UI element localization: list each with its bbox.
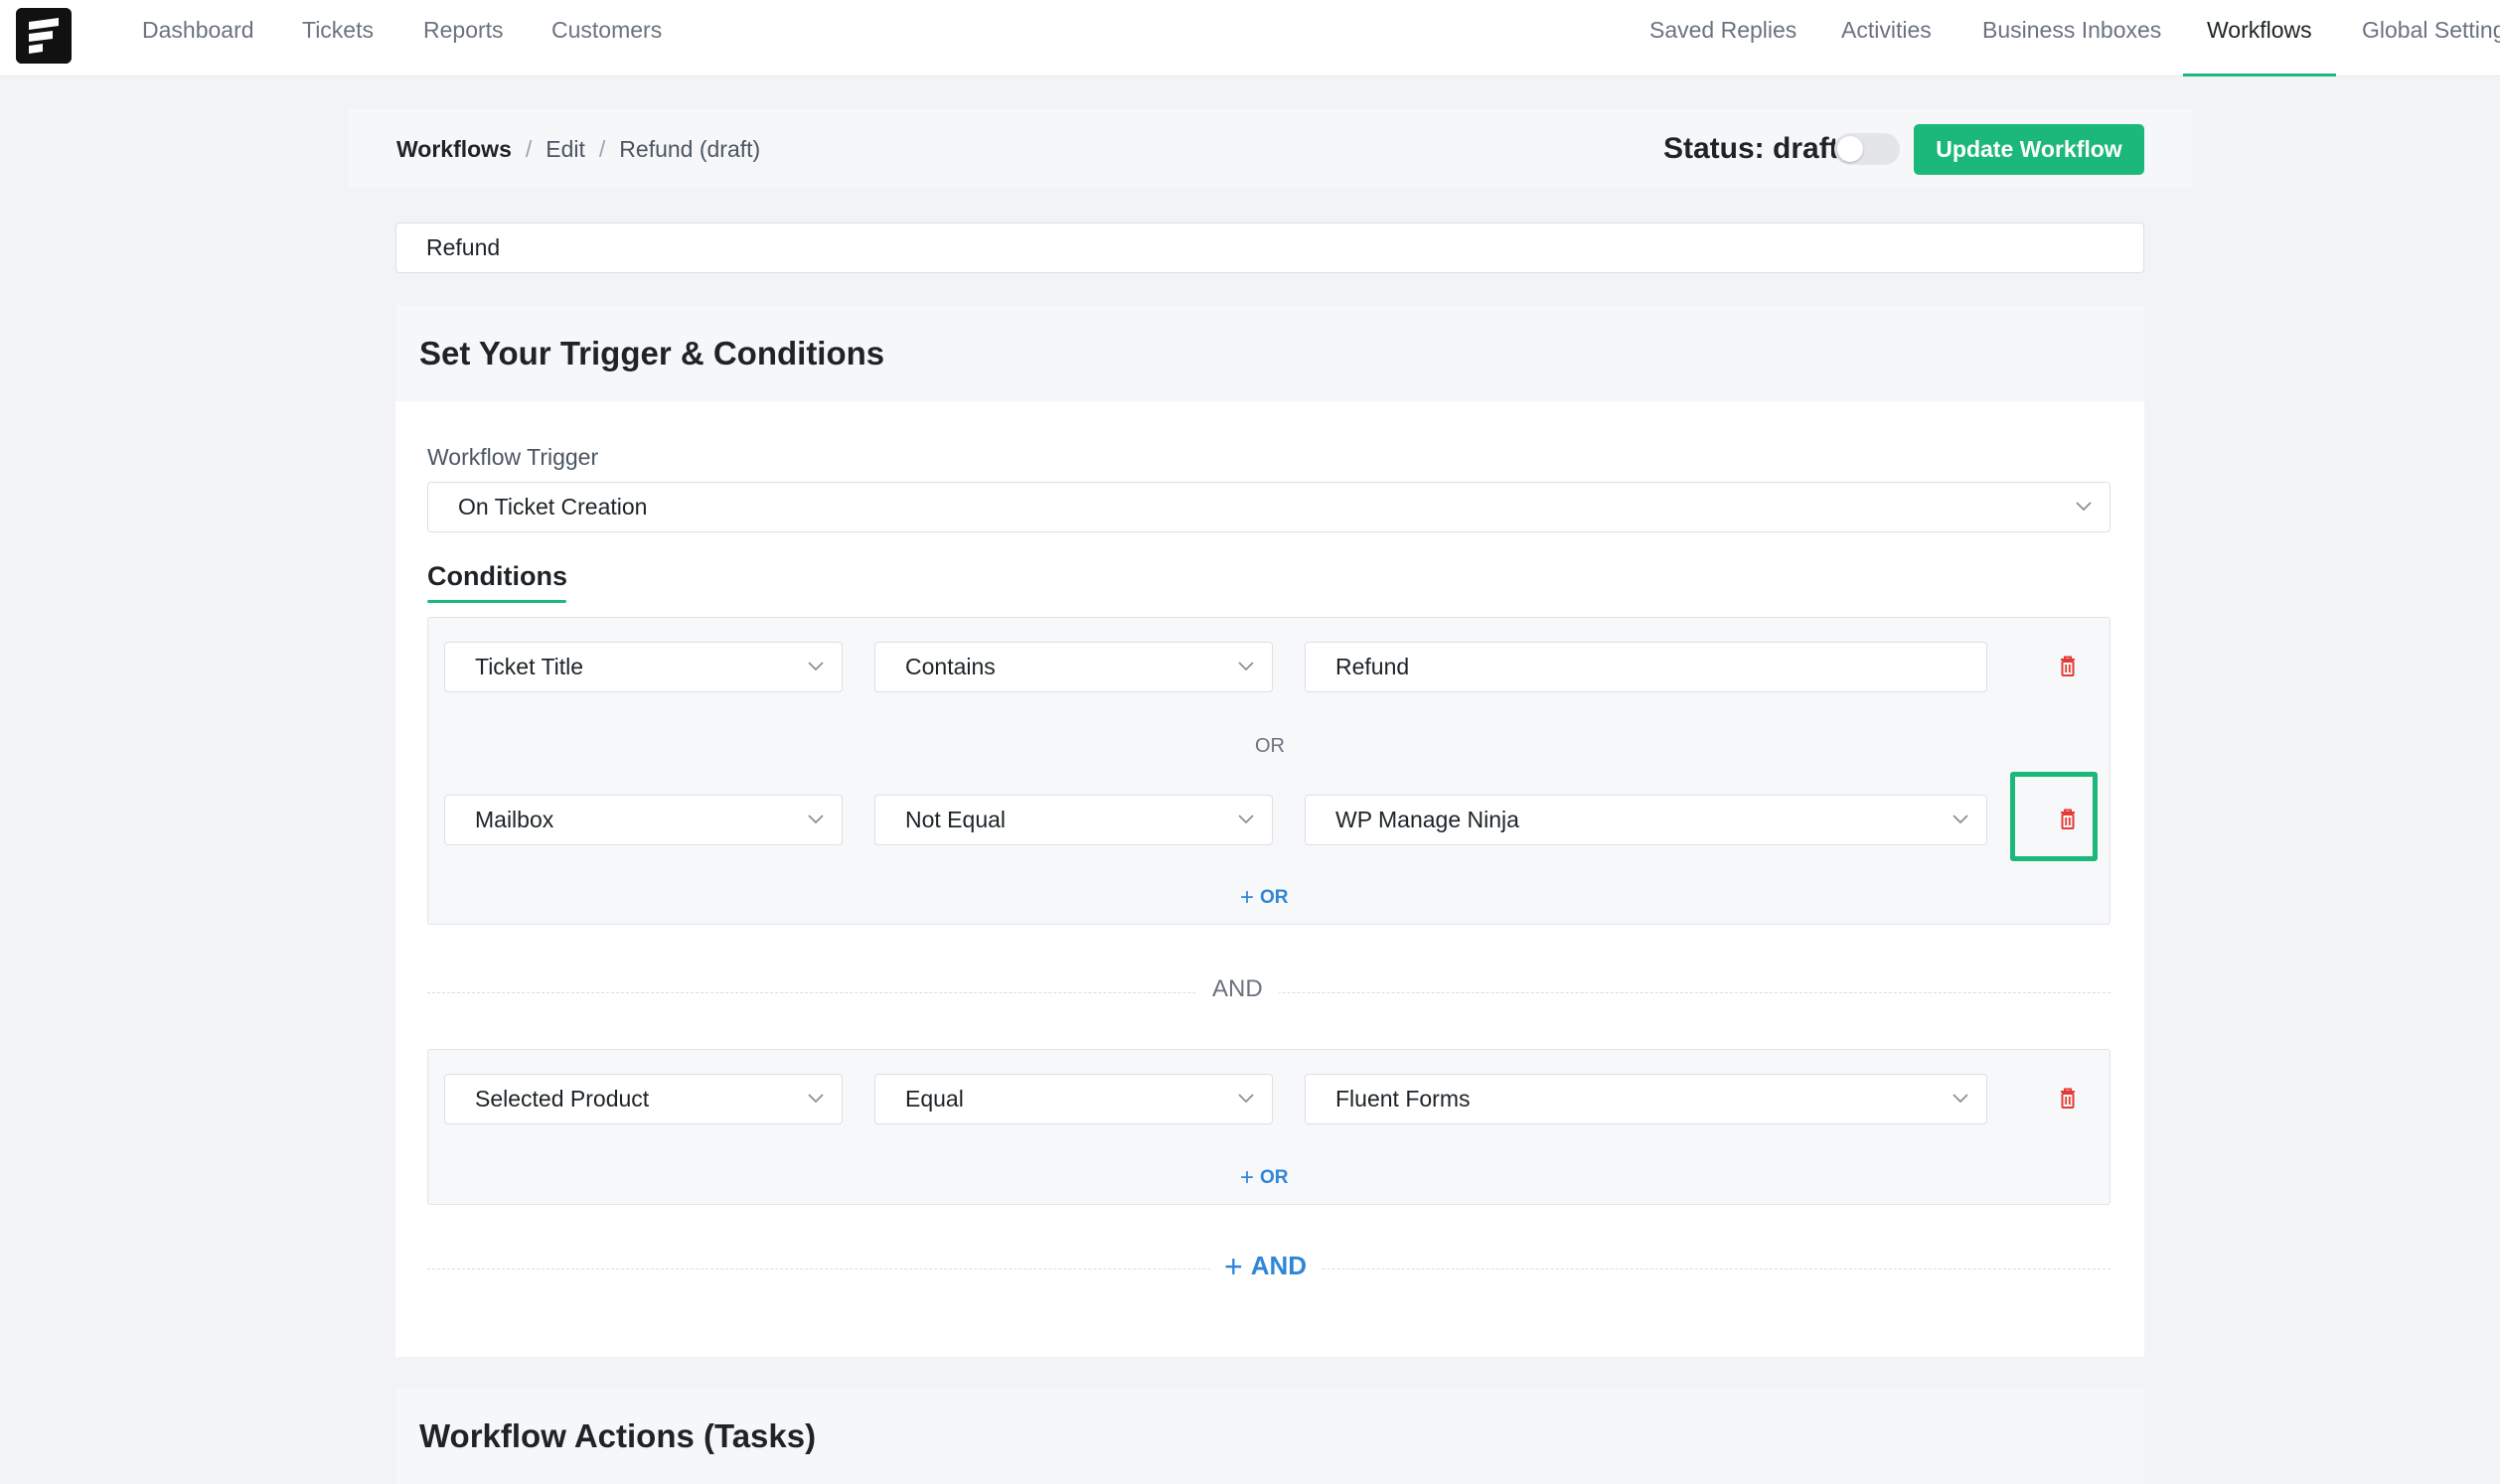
plus-icon: + (1224, 1249, 1243, 1284)
chevron-down-icon (2076, 502, 2092, 512)
nav-tickets[interactable]: Tickets (302, 0, 374, 76)
add-or-label: OR (1260, 1167, 1289, 1188)
add-or-label: OR (1260, 887, 1289, 908)
toggle-knob (1837, 136, 1863, 162)
plus-icon: + (1240, 884, 1255, 911)
condition-field-value: Selected Product (475, 1086, 650, 1112)
chevron-down-icon (808, 815, 824, 824)
condition-group-1: Ticket Title Contains Refund OR Mailbox … (427, 617, 2110, 925)
add-and-condition-button[interactable]: + AND (1210, 1249, 1322, 1285)
condition-field-value: Mailbox (475, 807, 554, 832)
conditions-underline (427, 600, 566, 603)
trigger-section-heading: Set Your Trigger & Conditions (395, 305, 2144, 401)
workflow-header: Workflows / Edit / Refund (draft) Status: dr… (348, 109, 2192, 189)
trash-icon[interactable] (2053, 1084, 2083, 1113)
breadcrumb-workflows[interactable]: Workflows (396, 136, 512, 162)
status-toggle[interactable] (1834, 133, 1900, 165)
condition-operator-select[interactable]: Contains (874, 642, 1273, 692)
breadcrumb-current: Refund (draft) (619, 136, 761, 162)
conditions-heading: Conditions (427, 561, 567, 591)
status-label: Status: draft (1663, 132, 1839, 165)
nav-business-inboxes[interactable]: Business Inboxes (1982, 0, 2161, 76)
condition-operator-value: Not Equal (905, 807, 1007, 832)
breadcrumb-edit[interactable]: Edit (546, 136, 585, 162)
chevron-down-icon (1953, 815, 1968, 824)
condition-operator-select[interactable]: Not Equal (874, 795, 1273, 845)
workflow-title-input[interactable] (395, 223, 2144, 273)
condition-operator-select[interactable]: Equal (874, 1074, 1273, 1124)
condition-field-value: Ticket Title (475, 654, 584, 679)
chevron-down-icon (1238, 815, 1254, 824)
condition-value-text: WP Manage Ninja (1335, 807, 1519, 832)
nav-saved-replies[interactable]: Saved Replies (1649, 0, 1797, 76)
condition-value-text: Fluent Forms (1335, 1086, 1471, 1112)
chevron-down-icon (1238, 1094, 1254, 1104)
condition-value-select[interactable]: WP Manage Ninja (1305, 795, 1987, 845)
trash-icon[interactable] (2053, 652, 2083, 681)
nav-reports[interactable]: Reports (423, 0, 504, 76)
workflow-trigger-select[interactable]: On Ticket Creation (427, 482, 2110, 532)
nav-dashboard[interactable]: Dashboard (142, 0, 254, 76)
update-workflow-button[interactable]: Update Workflow (1914, 124, 2144, 175)
trigger-conditions-card: Set Your Trigger & Conditions Workflow T… (395, 305, 2144, 1357)
app-logo[interactable] (16, 8, 72, 64)
workflow-actions-card: Workflow Actions (Tasks) (395, 1389, 2144, 1484)
chevron-down-icon (1238, 662, 1254, 671)
or-separator: OR (1255, 735, 1285, 757)
condition-value-select[interactable]: Fluent Forms (1305, 1074, 1987, 1124)
breadcrumb: Workflows / Edit / Refund (draft) (396, 109, 760, 189)
condition-value-text: Refund (1335, 654, 1410, 679)
nav-activities[interactable]: Activities (1841, 0, 1932, 76)
add-and-label: AND (1250, 1251, 1308, 1280)
condition-operator-value: Equal (905, 1086, 964, 1112)
nav-global-settings[interactable]: Global Settings (2362, 0, 2500, 76)
condition-group-2: Selected Product Equal Fluent Forms + OR (427, 1049, 2110, 1205)
add-or-condition-button[interactable]: + OR (1240, 1164, 1289, 1192)
nav-workflows[interactable]: Workflows (2183, 0, 2336, 76)
condition-operator-value: Contains (905, 654, 996, 679)
add-or-condition-button[interactable]: + OR (1240, 884, 1289, 912)
trash-icon[interactable] (2053, 805, 2083, 834)
condition-value-input[interactable]: Refund (1305, 642, 1987, 692)
condition-field-select[interactable]: Mailbox (444, 795, 843, 845)
chevron-down-icon (1953, 1094, 1968, 1104)
workflow-trigger-label: Workflow Trigger (427, 444, 599, 470)
condition-field-select[interactable]: Selected Product (444, 1074, 843, 1124)
and-separator: AND (1196, 975, 1279, 1003)
workflow-trigger-value: On Ticket Creation (458, 494, 648, 519)
actions-section-heading: Workflow Actions (Tasks) (395, 1389, 2144, 1484)
top-navigation: Dashboard Tickets Reports Customers Save… (0, 0, 2500, 76)
nav-customers[interactable]: Customers (551, 0, 662, 76)
chevron-down-icon (808, 662, 824, 671)
condition-field-select[interactable]: Ticket Title (444, 642, 843, 692)
breadcrumb-separator: / (598, 136, 606, 162)
logo-icon (16, 8, 72, 64)
chevron-down-icon (808, 1094, 824, 1104)
plus-icon: + (1240, 1164, 1255, 1191)
breadcrumb-separator: / (525, 136, 533, 162)
